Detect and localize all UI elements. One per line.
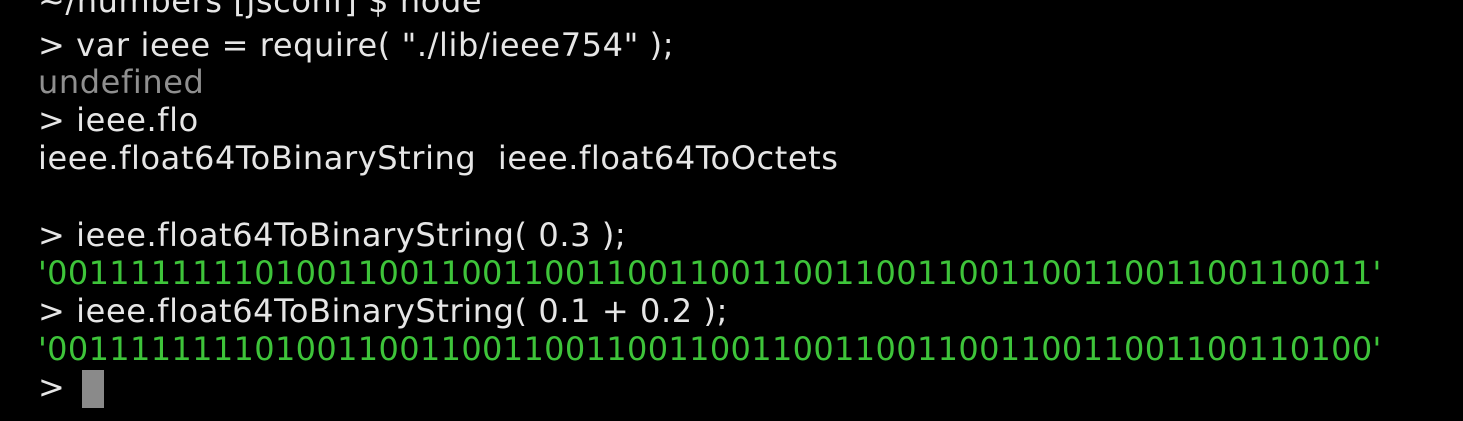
command-line-require: > var ieee = require( "./lib/ieee754" );: [38, 26, 675, 64]
command-line-float-0-3: > ieee.float64ToBinaryString( 0.3 );: [38, 216, 627, 254]
current-prompt[interactable]: >: [38, 368, 65, 406]
text-cursor: [82, 370, 104, 408]
terminal-window[interactable]: ~/numbers [jsconf] $ node > var ieee = r…: [0, 0, 1463, 421]
output-binary-0-3: '001111111101001100110011001100110011001…: [38, 254, 1382, 292]
output-undefined: undefined: [38, 63, 205, 101]
shell-prompt-line: ~/numbers [jsconf] $ node: [38, 0, 483, 20]
command-line-float-0-1-plus-0-2: > ieee.float64ToBinaryString( 0.1 + 0.2 …: [38, 292, 728, 330]
command-line-autocomplete: > ieee.flo: [38, 101, 199, 139]
output-binary-0-1-plus-0-2: '001111111101001100110011001100110011001…: [38, 330, 1382, 368]
autocomplete-suggestions: ieee.float64ToBinaryString ieee.float64T…: [38, 139, 839, 177]
